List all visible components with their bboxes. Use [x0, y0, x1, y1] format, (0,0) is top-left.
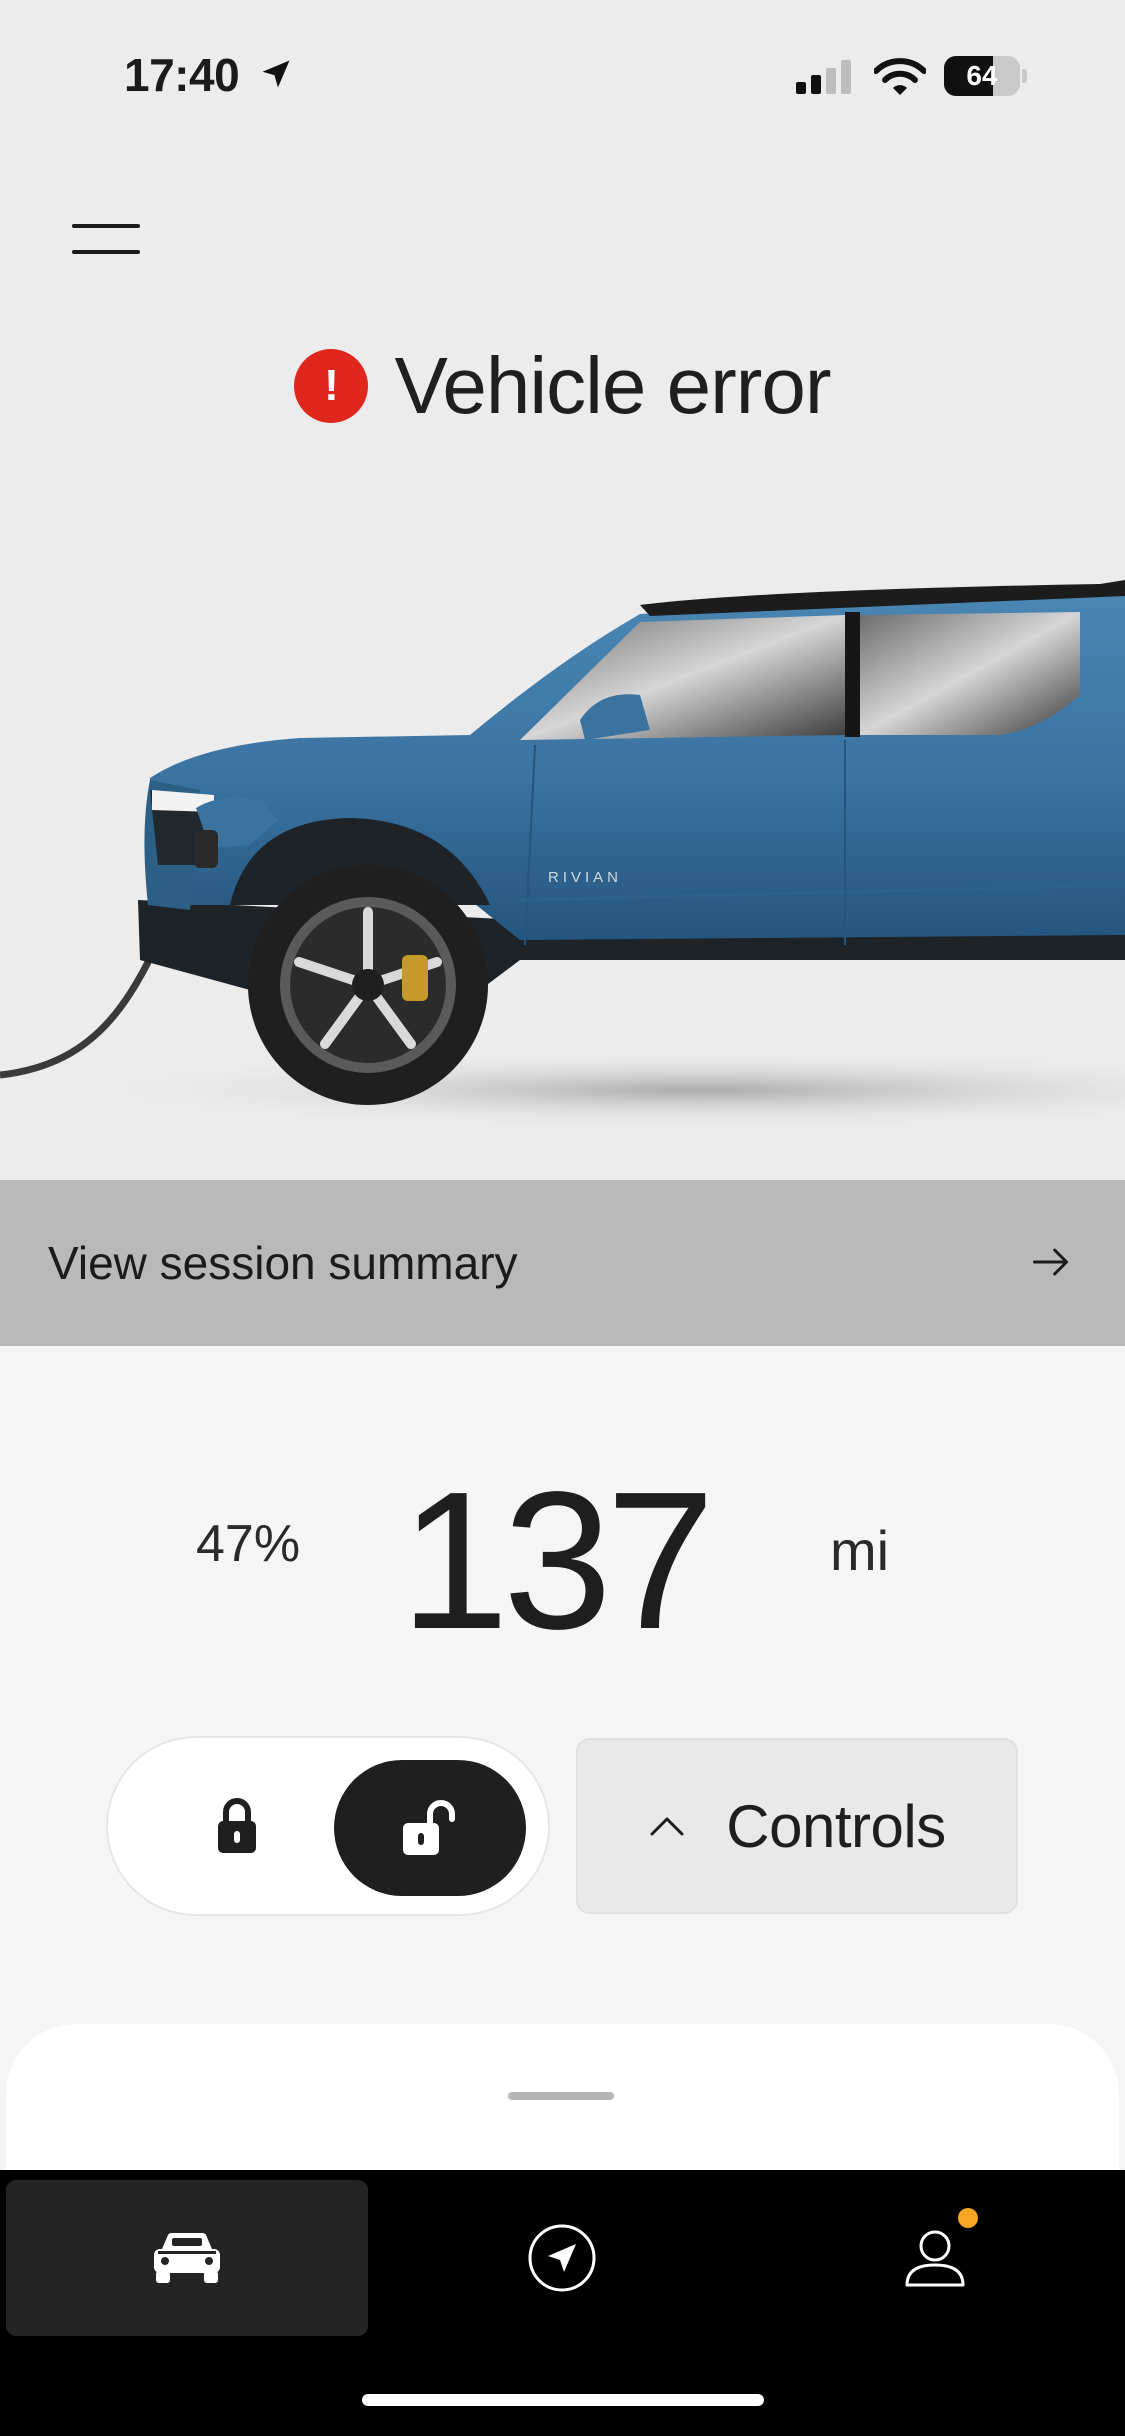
tab-bar — [0, 2170, 1125, 2436]
controls-button[interactable]: Controls — [576, 1738, 1018, 1914]
vehicle-status-header: ! Vehicle error — [0, 336, 1125, 436]
person-icon — [905, 2230, 965, 2287]
home-indicator — [362, 2394, 764, 2406]
lock-open-icon — [403, 1800, 455, 1855]
lock-closed-icon — [218, 1798, 256, 1853]
lock-toggle — [108, 1738, 548, 1914]
battery-indicator: 64 — [944, 56, 1028, 96]
lock-button[interactable] — [182, 1776, 292, 1876]
tab-profile[interactable] — [840, 2180, 1030, 2336]
navigation-arrow-icon — [528, 2224, 596, 2292]
vehicle-image: RIVIAN — [0, 580, 1125, 1130]
controls-label: Controls — [726, 1792, 946, 1860]
wifi-icon — [874, 58, 926, 95]
notification-dot — [958, 2208, 978, 2228]
location-arrow-icon — [262, 60, 290, 88]
tab-vehicle[interactable] — [6, 2180, 368, 2336]
tab-navigation[interactable] — [470, 2180, 654, 2336]
sheet-drag-handle[interactable] — [508, 2092, 614, 2100]
chevron-up-icon — [650, 1817, 684, 1836]
car-icon — [154, 2233, 220, 2283]
range-unit: mi — [830, 1519, 890, 1582]
bottom-sheet — [6, 2024, 1119, 2184]
range-value: 137 — [400, 1451, 715, 1670]
cellular-signal-icon — [796, 60, 851, 94]
status-time: 17:40 — [124, 49, 240, 101]
error-exclamation-icon: ! — [294, 349, 369, 423]
view-session-summary-button[interactable]: View session summary — [0, 1180, 1125, 1346]
session-summary-label: View session summary — [48, 1237, 518, 1289]
vehicle-error-title: Vehicle error — [394, 341, 831, 430]
arrow-right-icon — [1033, 1248, 1069, 1276]
rivian-badge: RIVIAN — [548, 869, 622, 886]
battery-percent: 47% — [196, 1515, 301, 1573]
hamburger-menu-icon[interactable] — [72, 220, 142, 260]
unlock-button[interactable] — [334, 1760, 526, 1896]
battery-percent-label: 64 — [966, 60, 998, 91]
